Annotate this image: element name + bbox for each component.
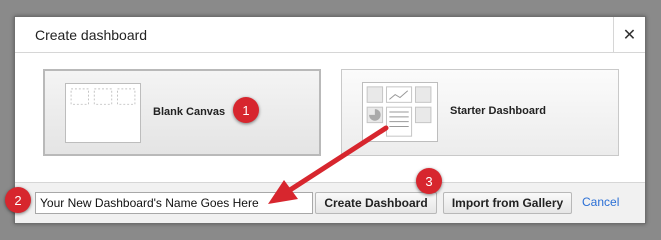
callout-badge-2: 2 [5,187,31,213]
callout-badge-1: 1 [233,97,259,123]
callout-badge-3: 3 [416,168,442,194]
annotation-arrow-icon [268,125,389,204]
